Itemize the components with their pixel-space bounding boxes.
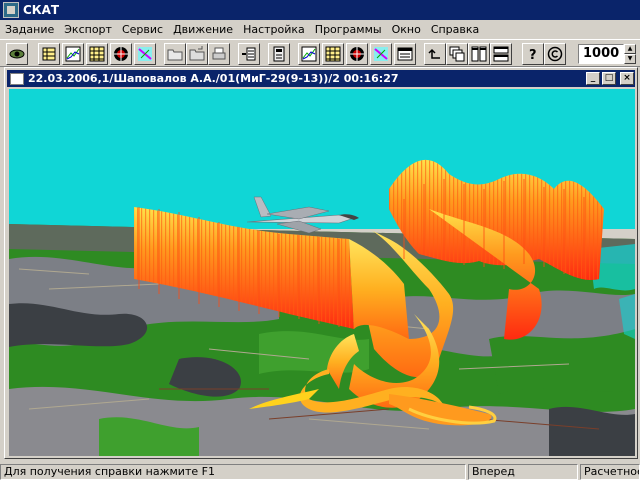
menu-item-export[interactable]: Экспорт [59, 20, 117, 39]
graph-button-2[interactable] [298, 43, 320, 65]
grid-icon [89, 46, 105, 62]
map-icon [374, 47, 388, 61]
grid-button[interactable] [86, 43, 108, 65]
flight-scene [9, 89, 635, 456]
document-icon [10, 72, 24, 85]
spin-down-icon[interactable]: ▼ [624, 54, 636, 64]
grid-icon [325, 46, 341, 62]
cascade-button[interactable] [446, 43, 468, 65]
view-button[interactable] [6, 43, 28, 65]
print-icon [212, 47, 226, 60]
menu-item-programs[interactable]: Программы [310, 20, 387, 39]
3d-flight-view[interactable] [9, 89, 635, 456]
save-icon [189, 46, 205, 61]
window-button[interactable] [394, 43, 416, 65]
close-button[interactable]: × [620, 72, 634, 85]
map-button-2[interactable] [370, 43, 392, 65]
menu-item-task[interactable]: Задание [0, 20, 59, 39]
export-icon [242, 47, 256, 61]
help-icon: ? [529, 48, 537, 62]
open-folder-icon [167, 49, 183, 61]
app-title: СКАТ [23, 3, 60, 17]
chart-icon [301, 46, 317, 62]
export-button[interactable] [238, 43, 260, 65]
svg-text:?: ? [529, 48, 537, 62]
calculator-icon [273, 46, 285, 62]
print-button[interactable] [208, 43, 230, 65]
menu-bar: Задание Экспорт Сервис Движение Настройк… [0, 20, 640, 39]
about-button[interactable] [544, 43, 566, 65]
window-icon [397, 47, 413, 61]
document-title: 22.03.2006,1/Шаповалов А.А./01(МиГ-29(9-… [28, 72, 399, 85]
map-icon [138, 47, 152, 61]
graph-button[interactable] [62, 43, 84, 65]
chart-icon [65, 46, 81, 62]
menu-item-help[interactable]: Справка [426, 20, 484, 39]
minimize-button[interactable]: _ [586, 72, 600, 85]
application-window: СКАТ Задание Экспорт Сервис Движение Нас… [0, 0, 640, 480]
zoom-spinner[interactable]: ▲ ▼ [624, 44, 636, 64]
spin-up-icon[interactable]: ▲ [624, 44, 636, 54]
maximize-button[interactable]: □ [602, 72, 616, 85]
app-icon [3, 2, 19, 18]
eye-icon [9, 49, 25, 59]
about-icon [547, 46, 563, 62]
status-direction: Вперед [468, 464, 578, 480]
map-button[interactable] [134, 43, 156, 65]
title-bar: СКАТ [0, 0, 640, 20]
flight-view-window: 22.03.2006,1/Шаповалов А.А./01(МиГ-29(9-… [4, 67, 638, 459]
menu-item-service[interactable]: Сервис [117, 20, 168, 39]
menu-item-settings[interactable]: Настройка [238, 20, 310, 39]
table-button[interactable] [38, 43, 60, 65]
undo-button[interactable] [424, 43, 446, 65]
grid-button-2[interactable] [322, 43, 344, 65]
status-mode: Расчетное [580, 464, 640, 480]
tile-horizontal-button[interactable] [490, 43, 512, 65]
undo-icon [428, 48, 440, 59]
menu-item-motion[interactable]: Движение [168, 20, 238, 39]
dial-icon [114, 47, 128, 61]
document-title-bar: 22.03.2006,1/Шаповалов А.А./01(МиГ-29(9-… [7, 70, 635, 87]
tile-horizontal-icon [493, 46, 509, 62]
menu-item-window[interactable]: Окно [387, 20, 426, 39]
status-bar: Для получения справки нажмите F1 Вперед … [0, 462, 640, 480]
save-button[interactable] [186, 43, 208, 65]
dial-icon [350, 47, 364, 61]
instrument-button[interactable] [110, 43, 132, 65]
toolbar: ? 1000 ▲ ▼ [0, 39, 640, 67]
tile-vertical-icon [471, 46, 487, 62]
help-button[interactable]: ? [522, 43, 544, 65]
tile-vertical-button[interactable] [468, 43, 490, 65]
cascade-icon [449, 46, 465, 62]
instrument-button-2[interactable] [346, 43, 368, 65]
zoom-input[interactable]: 1000 [578, 44, 624, 64]
calculator-button[interactable] [268, 43, 290, 65]
status-hint: Для получения справки нажмите F1 [0, 464, 466, 480]
open-button[interactable] [164, 43, 186, 65]
table-view-icon [42, 47, 56, 61]
